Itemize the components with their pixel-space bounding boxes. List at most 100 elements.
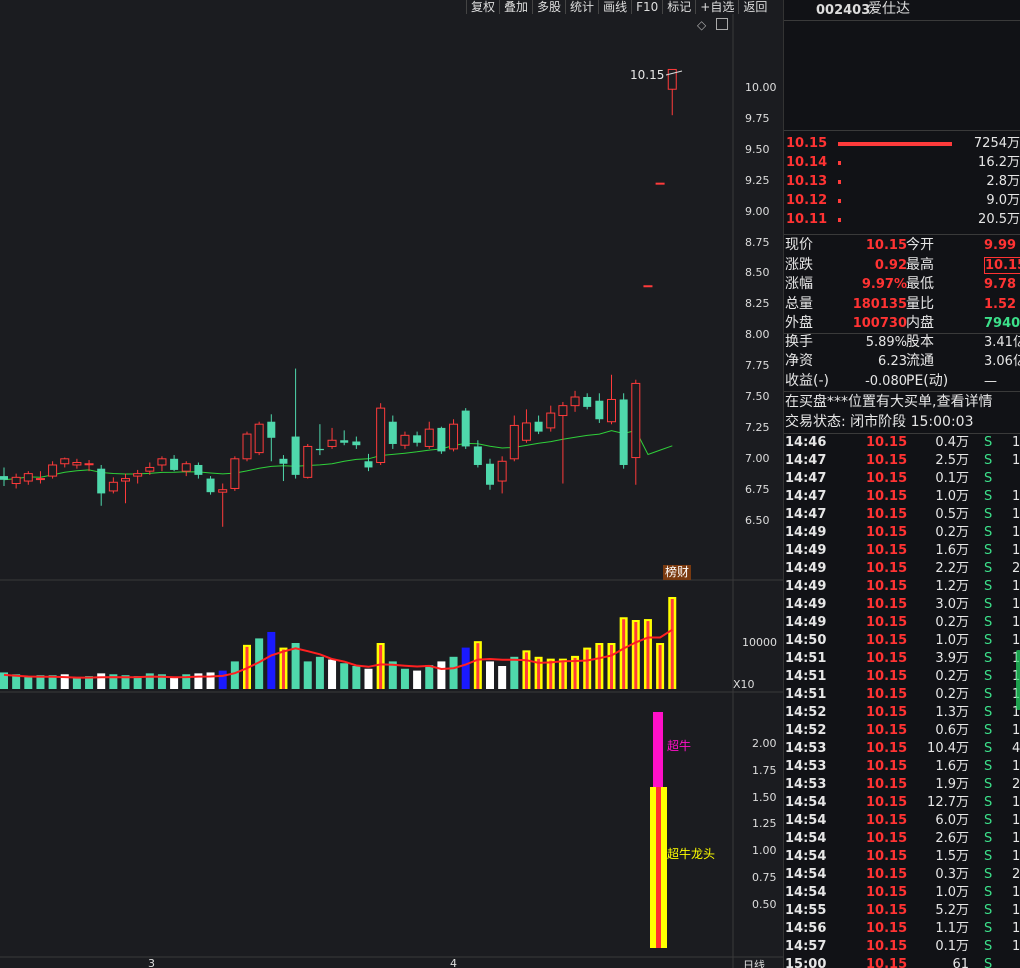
- tick-time: 14:47: [785, 471, 827, 486]
- tick-volume: 12.7万: [927, 795, 969, 810]
- tick-count: 1: [1012, 849, 1020, 864]
- last-price-label: 10.15: [630, 68, 665, 82]
- volume-bar: [607, 643, 616, 689]
- tick-time: 14:56: [785, 921, 827, 936]
- tick-price: 10.15: [866, 867, 908, 882]
- order-book-row[interactable]: 10.14 16.2万: [784, 153, 1020, 172]
- rank-badge[interactable]: 榜财: [663, 565, 692, 580]
- candle: [303, 443, 313, 479]
- tick-price: 10.15: [866, 471, 908, 486]
- tick-time: 14:47: [785, 453, 827, 468]
- indicator-bars: [650, 712, 667, 948]
- candle: [181, 461, 191, 477]
- volume-bar: [340, 663, 349, 689]
- indicator-tick: 1.75: [752, 763, 777, 777]
- ob-volume: 7254万: [973, 136, 1020, 151]
- stock-name: 爱仕达: [868, 1, 910, 17]
- tick-volume: 2.5万: [935, 453, 969, 468]
- candle: [133, 469, 143, 484]
- candle: [267, 414, 276, 462]
- tick-row: 14:49 10.15 3.0万 S 1: [784, 596, 1020, 614]
- tick-side: S: [984, 453, 993, 468]
- volume-bar: [230, 661, 239, 689]
- tick-volume: 3.9万: [935, 651, 969, 666]
- volume-bar: [473, 641, 482, 689]
- candle: [0, 467, 8, 486]
- volume-bar: [461, 647, 470, 689]
- chart-area[interactable]: 复权 叠加 多股 统计 画线 F10 标记 +自选 返回 ◇ 10.00 9.75 9.50 9.25…: [0, 0, 783, 968]
- candle: [170, 455, 179, 472]
- tick-count: 1: [1012, 579, 1020, 594]
- tick-side: S: [984, 795, 993, 810]
- signal-bar-bull: [653, 712, 663, 787]
- tick-side: S: [984, 777, 993, 792]
- candle: [230, 456, 240, 491]
- tick-row: 14:49 10.15 1.6万 S 1: [784, 542, 1020, 560]
- price-tick: 8.25: [745, 297, 770, 311]
- tick-side: S: [984, 543, 993, 558]
- tick-time: 14:47: [785, 489, 827, 504]
- tick-row: 14:52 10.15 0.6万 S 1: [784, 722, 1020, 740]
- tick-scrollbar[interactable]: [1016, 650, 1020, 710]
- tick-price: 10.15: [866, 489, 908, 504]
- tick-time: 14:54: [785, 885, 827, 900]
- volume-axis-label: 10000: [742, 636, 777, 649]
- volume-bar: [413, 670, 422, 689]
- volume-multiplier: X10: [733, 678, 755, 691]
- tick-volume: 0.6万: [935, 723, 969, 738]
- tick-volume: 0.2万: [935, 687, 969, 702]
- price-tick: 8.00: [745, 328, 770, 342]
- tick-time: 14:49: [785, 543, 827, 558]
- candle: [352, 436, 361, 449]
- quote-label: 现价: [785, 237, 813, 253]
- tick-price: 10.15: [866, 669, 908, 684]
- volume-bar: [352, 666, 361, 689]
- ob-bar: [838, 218, 841, 222]
- tick-volume: 0.2万: [935, 669, 969, 684]
- stats-value: 3.06亿: [984, 354, 1020, 370]
- candle: [97, 464, 106, 506]
- indicator-tick: 2.00: [752, 737, 777, 750]
- tick-count: 1: [1012, 759, 1020, 774]
- volume-bar: [303, 661, 312, 689]
- tick-time: 14:53: [785, 777, 827, 792]
- tick-volume: 3.0万: [935, 597, 969, 612]
- tick-price: 10.15: [866, 921, 908, 936]
- tick-count: 1: [1012, 507, 1020, 522]
- tick-side: S: [984, 579, 993, 594]
- ob-bar: [838, 161, 841, 165]
- quote-label: 量比: [906, 295, 934, 312]
- tick-side: S: [984, 885, 993, 900]
- order-book-row[interactable]: 10.15 7254万: [784, 134, 1020, 153]
- stats-value: 5.89%: [865, 335, 907, 350]
- tick-price: 10.15: [866, 507, 908, 522]
- volume-bar: [558, 658, 567, 689]
- order-book-row[interactable]: 10.13 2.8万: [784, 172, 1020, 191]
- quote-value: 10.15: [984, 256, 1020, 274]
- tick-price: 10.15: [866, 435, 908, 450]
- order-book-row[interactable]: 10.11 20.5万: [784, 210, 1020, 229]
- quote-row: 涨跌 0.92最高 10.15: [784, 256, 1020, 275]
- quote-panel: 002403 爱仕达 10.15 7254万 10.14 16.2万 10.13 2.8万…: [783, 0, 1020, 968]
- tick-time: 14:51: [785, 651, 827, 666]
- price-tick: 9.75: [745, 111, 770, 125]
- quote-value: 180135: [852, 296, 907, 312]
- period-label[interactable]: 日线: [743, 957, 765, 968]
- big-order-notice[interactable]: 在买盘***位置有大买单,查看详情: [785, 393, 1020, 412]
- volume-bar: [24, 676, 33, 689]
- tick-side: S: [984, 525, 993, 540]
- tick-time: 14:52: [785, 723, 827, 738]
- tick-volume: 1.0万: [935, 885, 969, 900]
- quote-row: 现价 10.15 今开 9.99: [784, 236, 1020, 255]
- tick-price: 10.15: [866, 939, 908, 954]
- order-book-row[interactable]: 10.12 9.0万: [784, 191, 1020, 210]
- tick-count: 1: [1012, 435, 1020, 450]
- quote-row: 涨幅 9.97% 最低 9.78: [784, 275, 1020, 294]
- candle: [461, 408, 470, 449]
- candle: [486, 458, 494, 490]
- ob-price: 10.14: [786, 155, 828, 170]
- tick-side: S: [984, 867, 993, 882]
- candle: [558, 401, 568, 484]
- ob-volume: 2.8万: [986, 174, 1020, 189]
- volume-bar: [425, 665, 434, 689]
